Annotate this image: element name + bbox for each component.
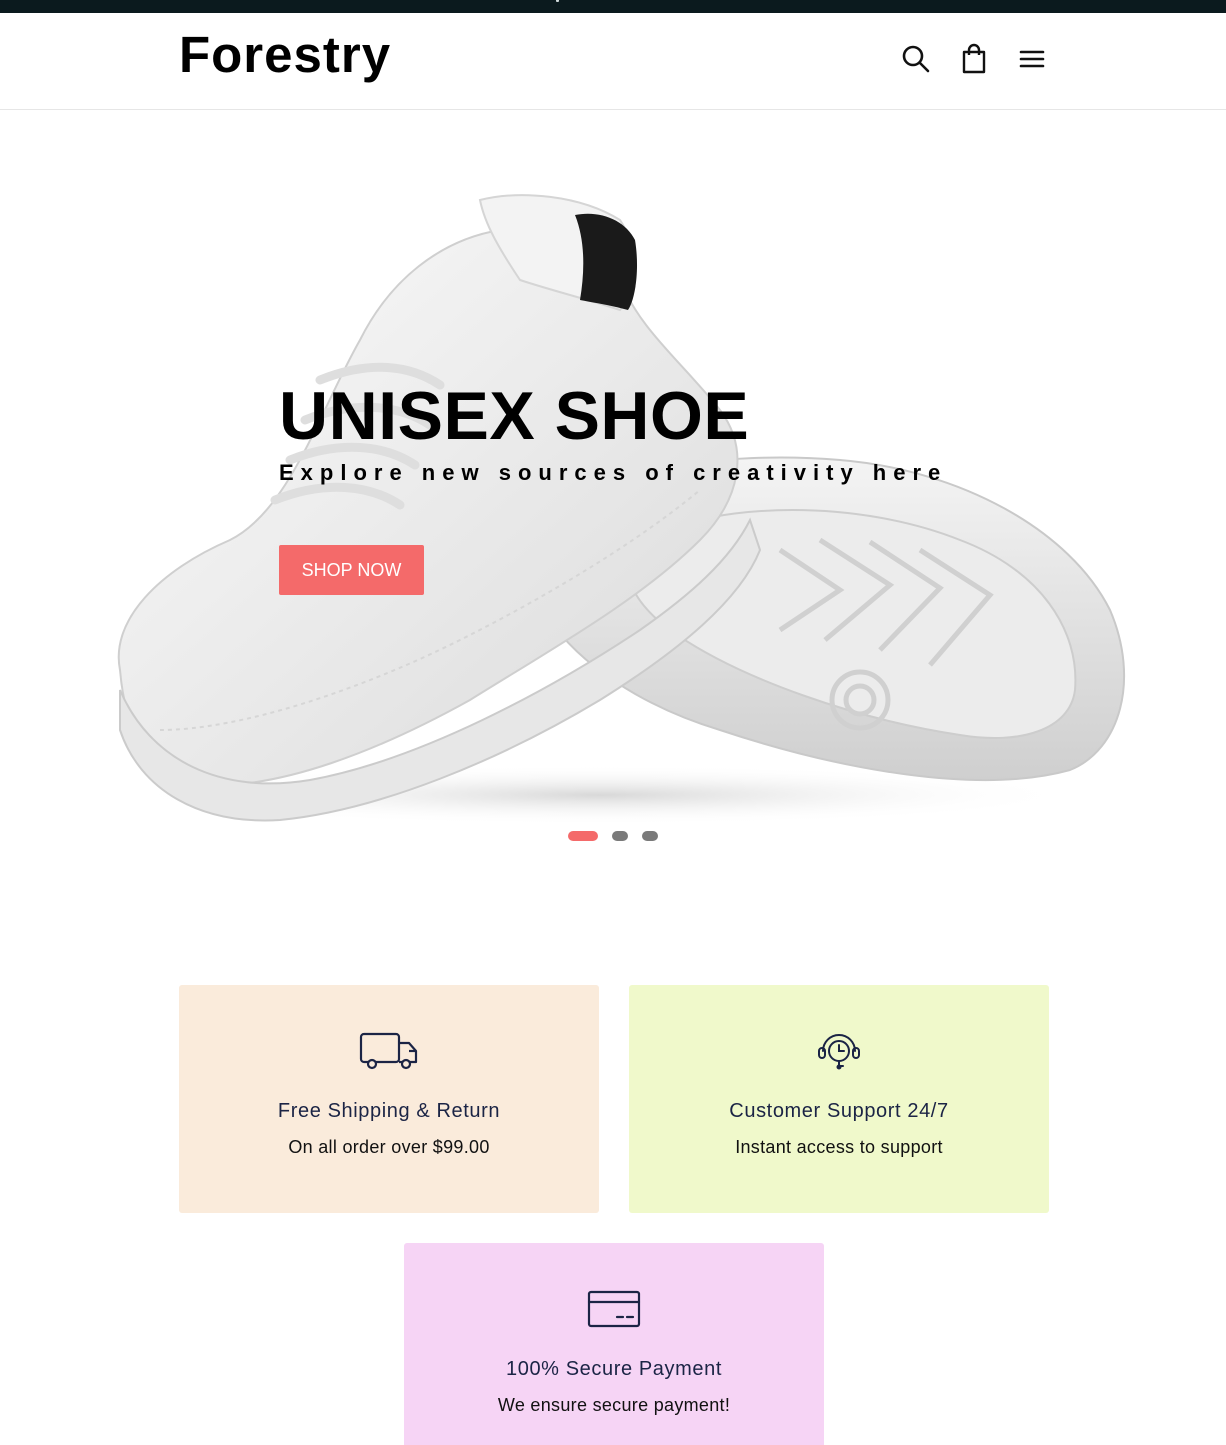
slide-dot-2[interactable]	[612, 831, 628, 841]
search-icon	[900, 43, 932, 80]
hero-slider: UNISEX SHOE Explore new sources of creat…	[0, 110, 1226, 870]
feature-card-shipping: Free Shipping & Return On all order over…	[179, 985, 599, 1213]
search-button[interactable]	[898, 43, 934, 79]
support-headset-icon	[809, 1027, 869, 1075]
hero-title: UNISEX SHOE	[279, 378, 750, 454]
sneaker-image	[117, 194, 1126, 825]
site-header: Forestry	[0, 13, 1226, 110]
brand-logo[interactable]: Forestry	[179, 27, 391, 83]
feature-title: Customer Support 24/7	[729, 1100, 949, 1122]
cart-button[interactable]	[956, 43, 992, 79]
feature-title: Free Shipping & Return	[277, 1100, 501, 1122]
feature-card-support: Customer Support 24/7 Instant access to …	[629, 985, 1049, 1213]
feature-subtitle: We ensure secure payment!	[497, 1395, 731, 1415]
slide-dot-1[interactable]	[568, 831, 598, 841]
feature-card-payment: 100% Secure Payment We ensure secure pay…	[404, 1243, 824, 1445]
announcement-text-fragment	[556, 0, 559, 2]
shop-now-button[interactable]: SHOP NOW	[279, 545, 424, 595]
feature-title: 100% Secure Payment	[506, 1358, 722, 1380]
feature-subtitle: Instant access to support	[735, 1137, 943, 1157]
menu-icon	[1016, 43, 1048, 80]
truck-icon	[359, 1027, 419, 1075]
menu-button[interactable]	[1014, 43, 1050, 79]
cart-icon	[958, 43, 990, 80]
slide-dot-3[interactable]	[642, 831, 658, 841]
announcement-bar	[0, 0, 1226, 13]
slider-pagination	[568, 831, 658, 841]
credit-card-icon	[584, 1285, 644, 1333]
feature-subtitle: On all order over $99.00	[288, 1137, 490, 1157]
hero-subtitle: Explore new sources of creativity here	[279, 460, 948, 485]
